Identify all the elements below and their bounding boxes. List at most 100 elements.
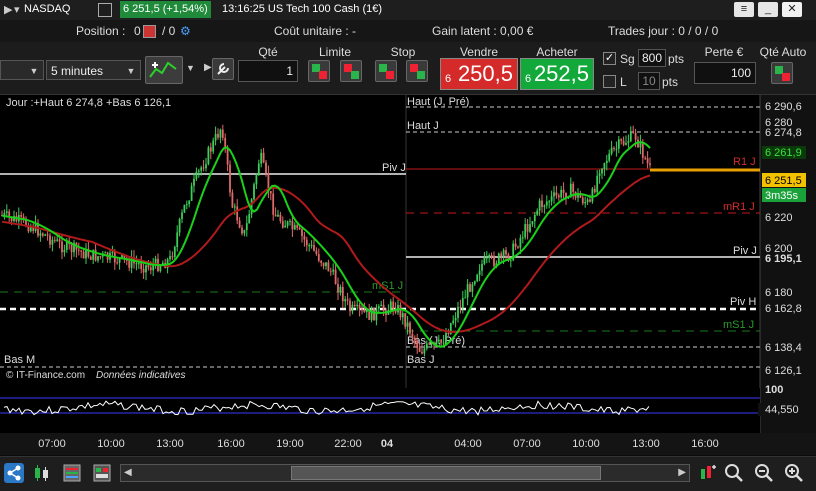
candle-body (605, 160, 608, 164)
limit-sell-icon[interactable] (340, 60, 362, 82)
objects-icon[interactable] (92, 463, 112, 483)
sg-input[interactable]: 800 (638, 49, 666, 67)
candle-body (315, 250, 318, 255)
candle-body (44, 234, 47, 236)
ms1j-right-label: mS1 J (723, 319, 754, 331)
candle-body (517, 246, 519, 248)
template-icon[interactable] (62, 463, 82, 483)
candle-body (99, 256, 102, 258)
candle-body (301, 229, 303, 237)
candle-body (377, 306, 380, 309)
minimize-icon[interactable]: _ (758, 2, 778, 17)
stop-sell-icon[interactable] (406, 60, 428, 82)
l-label: L (620, 75, 627, 89)
candle-body (531, 221, 534, 225)
candle-body (171, 256, 174, 258)
instrument-name[interactable]: NASDAQ (24, 3, 70, 15)
l-checkbox[interactable] (603, 75, 616, 88)
time-tick: 13:00 (156, 438, 184, 450)
candle-body (529, 224, 531, 232)
pts-label: pts (668, 52, 685, 66)
candle-body (313, 245, 315, 251)
latent-gain: Gain latent : 0,00 € (432, 24, 534, 38)
copyright: © IT-Finance.com (6, 370, 85, 381)
zoom-area-icon[interactable] (724, 463, 744, 483)
timeframe-select[interactable]: 5 minutes ▼ (46, 60, 141, 80)
candle-body (197, 170, 200, 172)
menu-icon[interactable]: ≡ (734, 2, 754, 17)
candle-body (284, 225, 287, 228)
sg-checkbox[interactable]: ✓ (603, 52, 616, 65)
candle-body (325, 262, 327, 267)
close-position-icon[interactable] (143, 25, 156, 38)
candle-body (409, 322, 411, 334)
candle-body (255, 175, 258, 185)
candle-body (337, 284, 339, 293)
expand-arrow-icon[interactable]: ▶ (204, 62, 212, 73)
buy-button[interactable]: 6 252,5 (520, 58, 594, 90)
zoom-in-icon[interactable] (784, 463, 804, 483)
wrench-icon[interactable] (212, 58, 234, 80)
candle-body (46, 234, 49, 236)
horizontal-scrollbar[interactable]: ◀ ▶ (120, 464, 690, 482)
sell-header: Vendre (459, 45, 499, 59)
stop-buy-icon[interactable] (375, 60, 397, 82)
candle-body (58, 239, 61, 242)
candle-body (281, 221, 284, 228)
loss-input[interactable]: 100 (694, 62, 756, 84)
share-icon[interactable] (4, 463, 24, 483)
candle-body (617, 139, 620, 149)
order-toolbar: ▼ 5 minutes ▼ ▼ ▶ Qté 1 Limite Stop Vendr… (0, 42, 816, 95)
l-input[interactable]: 10 (638, 72, 660, 90)
candle-body (39, 233, 42, 236)
price-tick: 6 195,1 (765, 253, 802, 265)
indicators-icon[interactable] (145, 56, 183, 84)
candle-body (212, 140, 215, 152)
chevron-down-icon[interactable]: ▾ (14, 3, 20, 16)
zoom-out-icon[interactable] (754, 463, 774, 483)
candle-body (188, 200, 191, 205)
candle-body (497, 253, 500, 264)
candle-body (478, 270, 481, 275)
qty-input[interactable]: 1 (238, 60, 298, 82)
sell-price-small: 6 (445, 73, 452, 85)
candle-body (322, 262, 325, 267)
limit-buy-icon[interactable] (308, 60, 330, 82)
candle-body (327, 262, 330, 272)
limit-header: Limite (318, 45, 351, 59)
osc-value: 44,550 (765, 404, 799, 416)
instrument-select[interactable]: ▼ (0, 60, 44, 80)
price-chart[interactable]: Haut (J, Pré) Haut J Piv J R1 J mR1 J Piv J mS… (0, 95, 816, 455)
candle-body (49, 235, 51, 245)
r1j-label: R1 J (733, 156, 756, 168)
candle-body (152, 265, 155, 271)
scrollbar-thumb[interactable] (291, 466, 601, 480)
candle-body (505, 250, 507, 255)
chevron-down-icon: ▼ (29, 66, 39, 76)
candle-body (416, 340, 419, 348)
scroll-left-icon[interactable]: ◀ (124, 467, 132, 478)
candle-body (464, 297, 467, 299)
price-tick: 6 290,6 (765, 101, 802, 113)
menu-arrow-icon[interactable]: ▶ (4, 3, 12, 16)
gear-icon[interactable]: ⚙ (180, 24, 191, 38)
candle-body (226, 148, 229, 165)
scroll-right-icon[interactable]: ▶ (678, 467, 686, 478)
candle-body (445, 333, 447, 343)
candle-body (601, 168, 603, 174)
candle-body (257, 163, 260, 176)
chevron-down-icon[interactable]: ▼ (186, 63, 195, 73)
candle-body (178, 218, 181, 233)
close-icon[interactable]: ✕ (782, 2, 802, 17)
sell-button[interactable]: 6 250,5 (440, 58, 518, 90)
window-icon[interactable] (98, 3, 112, 17)
time-tick: 10:00 (97, 438, 125, 450)
pts-label: pts (662, 75, 679, 89)
qty-auto-icon[interactable] (771, 62, 793, 84)
candle-body (457, 306, 459, 318)
candle-body (526, 224, 529, 232)
zoom-fit-icon[interactable] (698, 463, 718, 483)
candle-body (202, 167, 205, 169)
candle-body (454, 317, 457, 321)
candle-type-icon[interactable] (32, 463, 52, 483)
